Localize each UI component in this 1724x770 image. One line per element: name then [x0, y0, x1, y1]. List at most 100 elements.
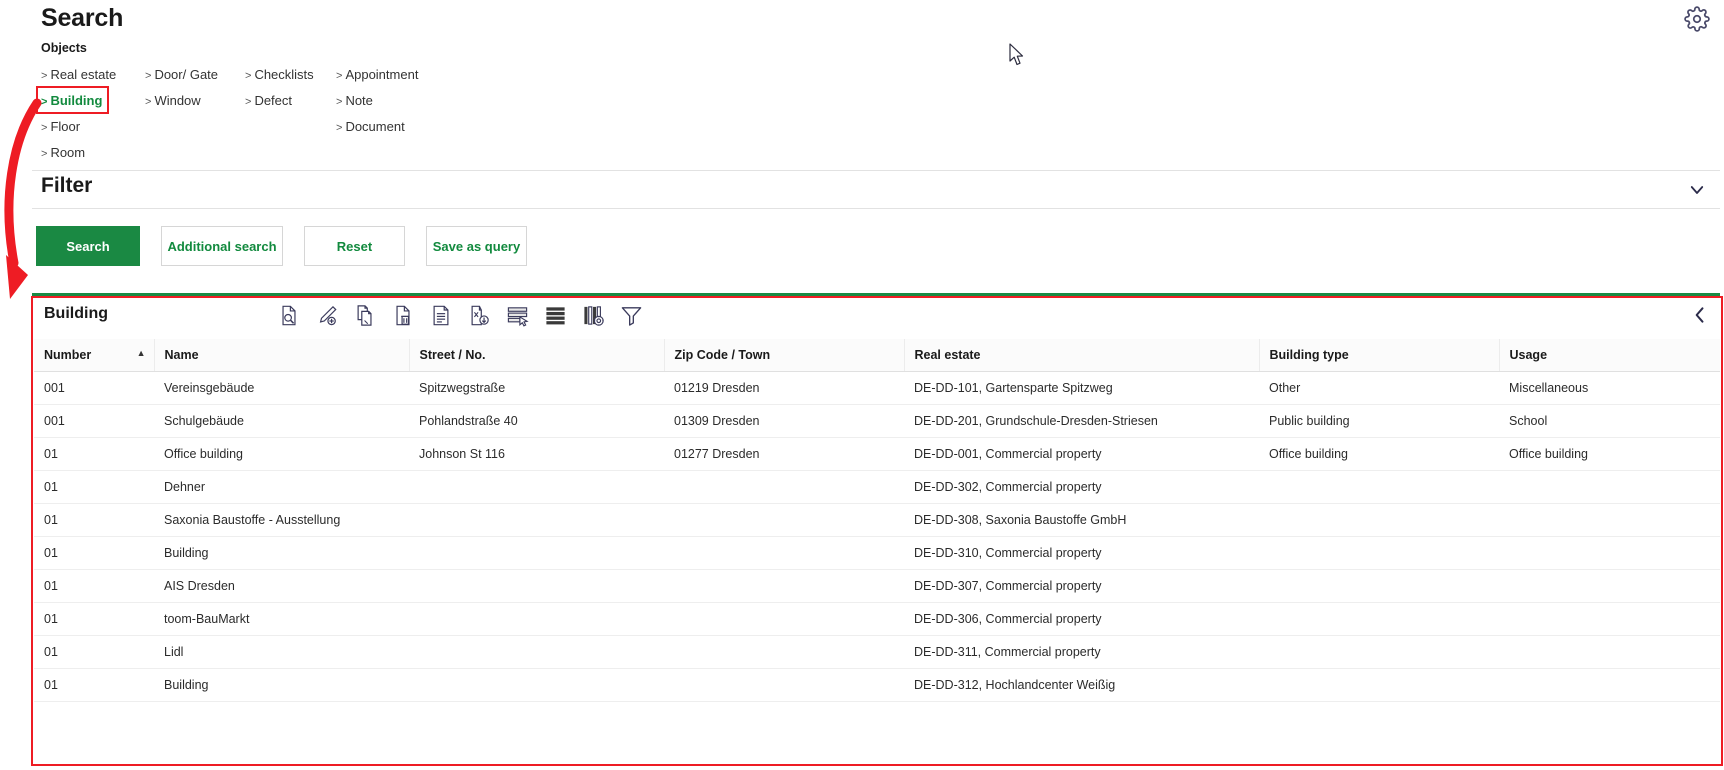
table-header-row: Number ▲ Name Street / No. Zip Code / To…: [34, 339, 1720, 372]
mouse-cursor: [1009, 43, 1024, 66]
cell-street: [409, 635, 664, 669]
chevron-right-icon: >: [336, 122, 343, 134]
cell-number: 01: [34, 668, 154, 702]
export-excel-icon[interactable]: [466, 301, 492, 329]
cell-name: Saxonia Baustoffe - Ausstellung: [154, 503, 409, 537]
chevron-right-icon: >: [245, 96, 252, 108]
cell-usage: Miscellaneous: [1499, 371, 1720, 405]
additional-search-button[interactable]: Additional search: [161, 226, 283, 266]
cell-number: 01: [34, 569, 154, 603]
object-link-note[interactable]: > Note: [336, 88, 418, 114]
object-link-door-gate[interactable]: > Door/ Gate: [145, 62, 218, 88]
cell-street: Pohlandstraße 40: [409, 404, 664, 438]
cell-usage: [1499, 635, 1720, 669]
cell-real-estate: DE-DD-311, Commercial property: [904, 635, 1259, 669]
cell-building-type: Public building: [1259, 404, 1499, 438]
table-row[interactable]: 01 Lidl DE-DD-311, Commercial property: [34, 635, 1720, 669]
chevron-right-icon: >: [41, 70, 48, 82]
cell-street: [409, 536, 664, 570]
object-link-label: Defect: [254, 93, 293, 108]
chevron-down-icon[interactable]: [1686, 181, 1708, 199]
column-header-name[interactable]: Name: [154, 339, 410, 372]
search-button[interactable]: Search: [36, 226, 140, 266]
cell-number: 01: [34, 536, 154, 570]
cell-name: AIS Dresden: [154, 569, 409, 603]
cell-building-type: [1259, 635, 1499, 669]
object-link-checklists[interactable]: > Checklists: [245, 62, 314, 88]
table-row[interactable]: 01 toom-BauMarkt DE-DD-306, Commercial p…: [34, 602, 1720, 636]
delete-document-icon[interactable]: [390, 301, 416, 329]
object-link-appointment[interactable]: > Appointment: [336, 62, 418, 88]
cell-street: [409, 503, 664, 537]
cell-building-type: [1259, 668, 1499, 702]
results-toolbar: [276, 301, 644, 329]
table-row[interactable]: 01 Building DE-DD-312, Hochlandcenter We…: [34, 668, 1720, 702]
cell-zip: [664, 569, 904, 603]
gear-icon[interactable]: [1684, 6, 1710, 32]
cell-name: Office building: [154, 437, 409, 471]
cell-usage: Office building: [1499, 437, 1720, 471]
results-table-scroll[interactable]: Number ▲ Name Street / No. Zip Code / To…: [34, 339, 1720, 764]
table-row[interactable]: 001 Schulgebäude Pohlandstraße 40 01309 …: [34, 404, 1720, 438]
cell-zip: [664, 503, 904, 537]
object-link-defect[interactable]: > Defect: [245, 88, 314, 114]
table-row[interactable]: 01 Building DE-DD-310, Commercial proper…: [34, 536, 1720, 570]
object-link-label: Room: [50, 145, 86, 160]
cell-usage: [1499, 602, 1720, 636]
list-view-icon[interactable]: [542, 301, 568, 329]
table-row[interactable]: 01 Saxonia Baustoffe - Ausstellung DE-DD…: [34, 503, 1720, 537]
filter-funnel-icon[interactable]: [618, 301, 644, 329]
select-rows-icon[interactable]: [504, 301, 530, 329]
cell-usage: [1499, 503, 1720, 537]
chevron-right-icon: >: [145, 70, 152, 82]
panel-accent-bar: [32, 293, 1720, 296]
copy-document-icon[interactable]: [352, 301, 378, 329]
cell-zip: 01219 Dresden: [664, 371, 904, 405]
objects-section-label: Objects: [41, 41, 87, 55]
object-link-document[interactable]: > Document: [336, 114, 418, 140]
cell-building-type: [1259, 602, 1499, 636]
report-document-icon[interactable]: [428, 301, 454, 329]
table-row[interactable]: 01 AIS Dresden DE-DD-307, Commercial pro…: [34, 569, 1720, 603]
column-header-zip-town[interactable]: Zip Code / Town: [664, 339, 905, 372]
object-link-building[interactable]: > Building: [41, 88, 116, 114]
object-link-room[interactable]: > Room: [41, 140, 116, 166]
cell-real-estate: DE-DD-302, Commercial property: [904, 470, 1259, 504]
column-header-real-estate[interactable]: Real estate: [904, 339, 1260, 372]
table-row[interactable]: 001 Vereinsgebäude Spitzwegstraße 01219 …: [34, 371, 1720, 405]
action-button-row: Search Additional search Reset Save as q…: [36, 226, 527, 266]
cell-real-estate: DE-DD-312, Hochlandcenter Weißig: [904, 668, 1259, 702]
column-header-usage[interactable]: Usage: [1499, 339, 1720, 372]
document-search-icon[interactable]: [276, 301, 302, 329]
reset-button[interactable]: Reset: [304, 226, 405, 266]
object-link-real-estate[interactable]: > Real estate: [41, 62, 116, 88]
cell-real-estate: DE-DD-101, Gartensparte Spitzweg: [904, 371, 1259, 405]
search-page: Search Objects > Real estate > Building > F…: [0, 0, 1724, 770]
object-link-floor[interactable]: > Floor: [41, 114, 116, 140]
chevron-right-icon: >: [245, 70, 252, 82]
object-link-window[interactable]: > Window: [145, 88, 218, 114]
page-title: Search: [41, 4, 124, 32]
cell-building-type: [1259, 569, 1499, 603]
table-row[interactable]: 01 Office building Johnson St 116 01277 …: [34, 437, 1720, 471]
column-settings-icon[interactable]: [580, 301, 606, 329]
table-row[interactable]: 01 Dehner DE-DD-302, Commercial property: [34, 470, 1720, 504]
object-link-label: Appointment: [345, 67, 419, 82]
cell-building-type: [1259, 503, 1499, 537]
column-header-number[interactable]: Number ▲: [34, 339, 155, 372]
save-as-query-button[interactable]: Save as query: [426, 226, 527, 266]
results-panel-title: Building: [44, 305, 108, 322]
edit-pencil-icon[interactable]: [314, 301, 340, 329]
cell-street: Spitzwegstraße: [409, 371, 664, 405]
cell-building-type: Office building: [1259, 437, 1499, 471]
cell-real-estate: DE-DD-308, Saxonia Baustoffe GmbH: [904, 503, 1259, 537]
objects-column-3: > Checklists > Defect: [245, 62, 314, 114]
cell-street: Johnson St 116: [409, 437, 664, 471]
cell-zip: [664, 668, 904, 702]
cell-usage: [1499, 668, 1720, 702]
column-header-building-type[interactable]: Building type: [1259, 339, 1500, 372]
chevron-left-icon[interactable]: [1690, 305, 1712, 327]
cell-street: [409, 569, 664, 603]
column-header-street[interactable]: Street / No.: [409, 339, 665, 372]
object-link-label: Window: [154, 93, 201, 108]
